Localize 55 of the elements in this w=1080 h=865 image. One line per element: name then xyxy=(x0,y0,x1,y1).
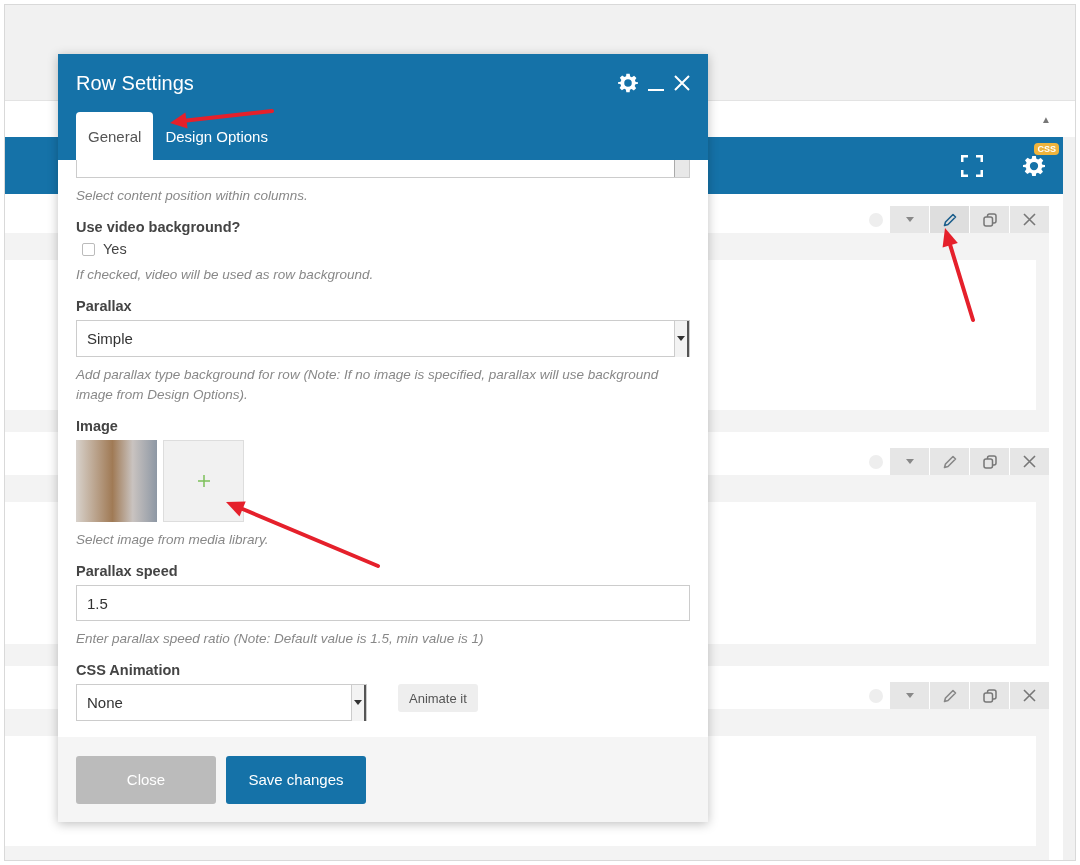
pencil-icon xyxy=(942,454,957,469)
delete-row-button[interactable] xyxy=(1010,682,1049,709)
select-field[interactable]: None xyxy=(76,684,367,721)
delete-row-button[interactable] xyxy=(1010,206,1049,233)
help-text: If checked, video will be used as row background. xyxy=(76,266,375,284)
duplicate-row-button[interactable] xyxy=(970,682,1009,709)
select-field[interactable] xyxy=(76,160,690,178)
pencil-icon xyxy=(942,688,957,703)
tab[interactable]: General xyxy=(76,112,154,160)
edit-row-button[interactable] xyxy=(930,682,969,709)
checkbox[interactable] xyxy=(82,242,95,256)
caret-icon xyxy=(905,459,914,464)
settings-button[interactable] xyxy=(618,73,638,93)
fullscreen-icon[interactable] xyxy=(961,154,983,177)
settings-icon[interactable] xyxy=(1023,154,1045,177)
edit-row-button[interactable] xyxy=(930,448,969,475)
add-image-button[interactable] xyxy=(163,440,244,522)
close-button[interactable] xyxy=(674,75,690,91)
close-icon xyxy=(1023,213,1036,226)
field-label: Image xyxy=(76,418,119,434)
field-label: Use video background? xyxy=(76,219,242,235)
help-text: Select image from media library. xyxy=(76,531,270,549)
caret-icon xyxy=(905,217,914,222)
edit-row-button[interactable] xyxy=(930,206,969,233)
duplicate-row-button[interactable] xyxy=(970,206,1009,233)
css-badge: CSS xyxy=(1034,142,1059,155)
save-button[interactable]: Save changes xyxy=(226,755,366,804)
tab[interactable]: Design Options xyxy=(153,112,280,160)
select-field[interactable]: Simple xyxy=(76,320,690,357)
caret-icon xyxy=(905,693,914,698)
collapse-toggle[interactable]: ▲ xyxy=(1041,113,1051,125)
field-label: Parallax speed xyxy=(76,563,179,579)
duplicate-row-button[interactable] xyxy=(970,448,1009,475)
help-text: Enter parallax speed ratio (Note: Default value is 1.5, min value is 1) xyxy=(76,630,485,648)
copy-icon xyxy=(982,212,997,227)
copy-icon xyxy=(982,688,997,703)
help-text: Add parallax type background for row (Note: If no image is specified, parallax will use background image from Design Options). xyxy=(76,366,660,404)
minimize-icon xyxy=(648,89,664,91)
input-field[interactable]: 1.5 xyxy=(76,585,690,621)
close-icon xyxy=(674,75,690,91)
settings-icon xyxy=(618,73,638,93)
plus-icon xyxy=(197,475,210,487)
close-icon xyxy=(1023,689,1036,702)
close-icon xyxy=(1023,455,1036,468)
field-label: CSS Animation xyxy=(76,662,182,678)
caret-icon xyxy=(677,336,685,341)
dialog-title: Row Settings xyxy=(76,71,195,95)
caret-icon xyxy=(354,700,362,705)
checkbox-label: Yes xyxy=(103,241,127,257)
help-text: Select content position within columns. xyxy=(76,187,309,205)
delete-row-button[interactable] xyxy=(1010,448,1049,475)
pencil-icon xyxy=(942,212,957,227)
copy-icon xyxy=(982,454,997,469)
field-label: Parallax xyxy=(76,298,133,314)
animate-button[interactable]: Animate it xyxy=(398,684,478,712)
